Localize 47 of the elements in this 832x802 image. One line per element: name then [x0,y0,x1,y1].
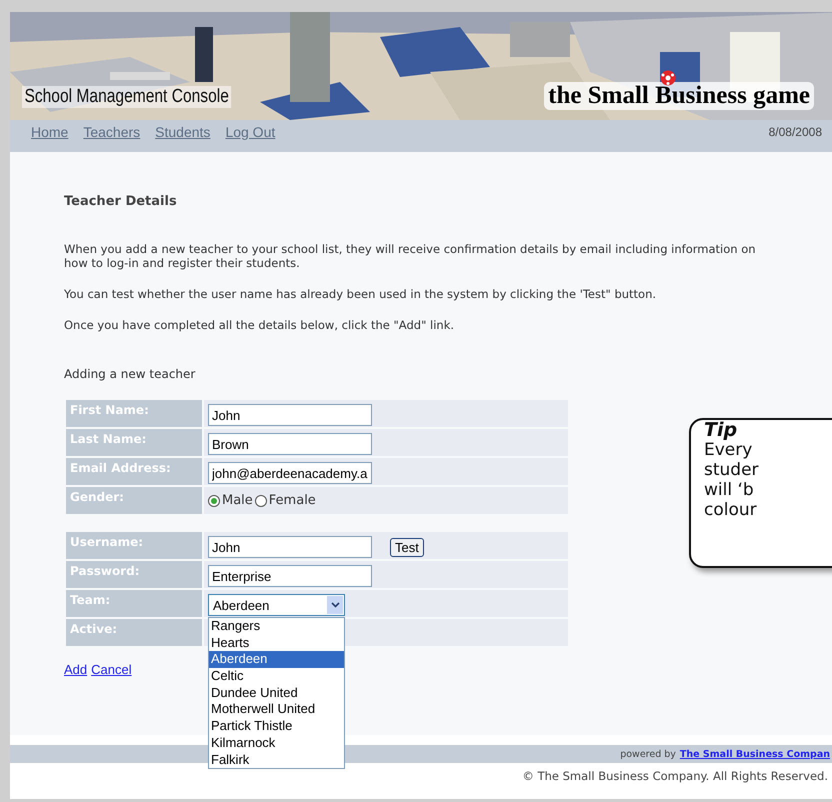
copyright-text: © The Small Business Company. All Rights Reserved. [521,768,829,785]
dropdown-option[interactable]: Hearts [209,634,344,652]
tip-text: Every [704,440,754,460]
field-label: Email Address: [66,458,202,485]
radio-button[interactable] [208,494,220,506]
radio-label: Female [268,493,316,508]
soccer-ball-icon [660,70,676,86]
company-link[interactable]: The Small Business Compan [680,748,830,760]
dropdown-option[interactable]: Partick Thistle [209,718,344,735]
tip-text: will ‘b [704,480,755,500]
text-field[interactable]: Brown [208,433,372,455]
radio-button[interactable] [254,494,267,506]
date-text: 8/08/2008 [768,124,822,139]
dropdown-option[interactable]: Celtic [209,668,344,685]
dropdown-option[interactable]: Aberdeen [209,651,344,668]
field-label: First Name: [66,400,202,427]
chevron-down-icon [330,602,340,608]
test-button[interactable]: Test [390,538,424,556]
instruction-text: You can test whether the user name has already been used in the system by clicking the 'Test" button. [64,287,658,301]
field-label: Password: [66,561,202,588]
instruction-text: Once you have completed all the details below, click the "Add" link. [64,318,456,332]
radio-label: Male [222,493,253,508]
dropdown-option[interactable]: Falkirk [209,752,344,768]
tip-title: Tip [704,420,738,440]
action-link[interactable]: Cancel [91,662,132,677]
console-title: School Management Console [22,86,232,108]
field-label: Gender: [66,487,202,514]
tip-text: colour [704,500,758,520]
instruction-text: When you add a new teacher to your school list, they will receive confirmation details by email including information on how to log-in and register their students. [64,242,757,270]
powered-by-text: powered by [620,748,676,760]
action-link[interactable]: Add [64,662,88,677]
field-label: Team: [66,590,202,617]
text-field[interactable]: Enterprise [208,565,372,587]
form-subheading: Adding a new teacher [64,367,196,381]
text-field[interactable]: john@aberdeenacademy.a [208,462,372,484]
tip-text: studer [704,460,760,480]
team-dropdown[interactable]: Aberdeen [208,594,345,616]
field-label: Last Name: [66,429,202,456]
dropdown-option[interactable]: Motherwell United [209,701,344,718]
field-label: Active: [66,619,202,646]
brand-logo-text: the Small Business game [544,82,814,110]
text-field[interactable]: John [208,404,372,426]
text-field[interactable]: John [208,536,372,558]
dropdown-option[interactable]: Kilmarnock [209,734,344,752]
section-heading: Teacher Details [64,194,178,209]
dropdown-option[interactable]: Dundee United [209,684,344,702]
field-label: Username: [66,532,202,559]
